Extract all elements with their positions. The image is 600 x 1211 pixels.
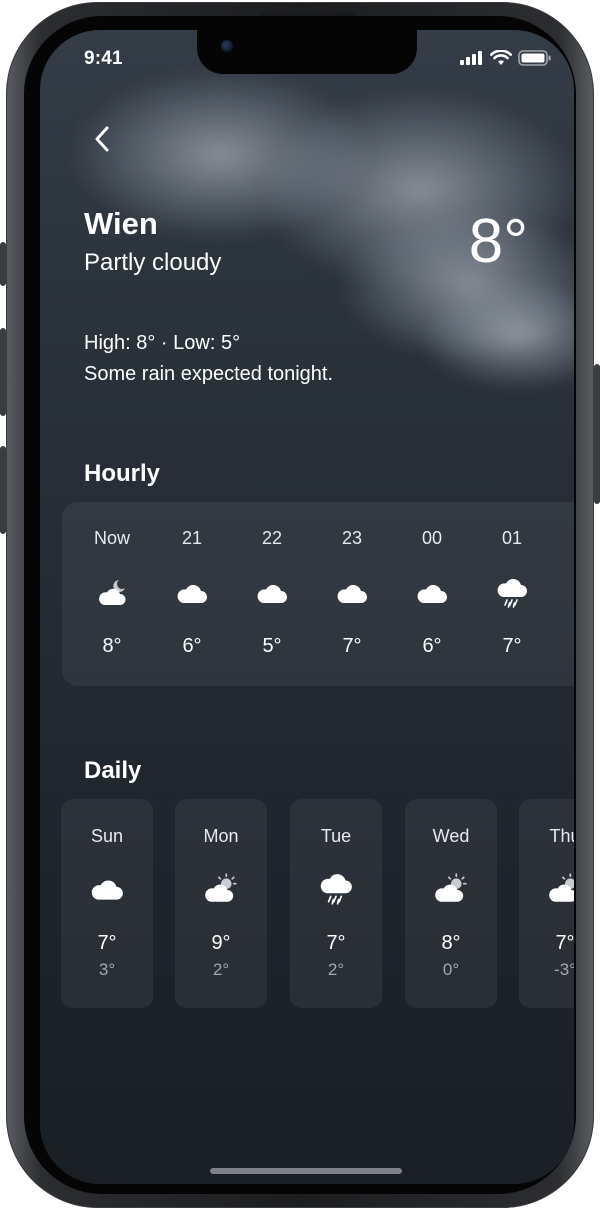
weather-summary: Some rain expected tonight. [84, 363, 334, 385]
day-name: Tue [320, 826, 352, 846]
day-name: Sun [90, 826, 124, 846]
day-high: 7° [326, 932, 346, 954]
status-time: 9:41 [84, 48, 123, 69]
volume-down-button [0, 446, 6, 534]
day-low: -3° [554, 960, 574, 979]
daily-item[interactable]: Tue 7° 2° [290, 799, 382, 1008]
volume-up-button [0, 328, 6, 416]
day-low: 3° [98, 960, 116, 979]
hourly-item: 01 7° [482, 502, 542, 686]
hour-temp: 6° [422, 635, 442, 657]
day-high: 7° [97, 932, 117, 954]
screen: 9:41 Wien Partly cloudy 8° High: 8° · Lo… [40, 30, 574, 1184]
day-name: Wed [432, 826, 470, 846]
battery-icon [518, 50, 552, 66]
city-name: Wien [84, 206, 158, 241]
current-temperature: 8° [468, 207, 528, 276]
day-high: 9° [211, 932, 231, 954]
hourly-forecast-card[interactable]: Now 8° 21 6° 22 5° 23 7° 00 6° 01 7° [62, 502, 574, 686]
hour-time: 23 [341, 528, 363, 548]
hour-time: 21 [181, 528, 203, 548]
hour-temp: 6° [182, 635, 202, 657]
current-condition: Partly cloudy [84, 249, 222, 276]
hour-time: 00 [421, 528, 443, 548]
hour-time: Now [93, 528, 130, 548]
home-indicator[interactable] [210, 1168, 402, 1174]
back-button[interactable] [88, 122, 116, 156]
cloud-icon [89, 871, 125, 907]
daily-item[interactable]: Thu 7° -3° [519, 799, 574, 1008]
daily-item[interactable]: Wed 8° 0° [405, 799, 497, 1008]
hour-temp: 5° [262, 635, 282, 657]
hour-temp: 7° [502, 635, 522, 657]
hourly-item: 21 6° [162, 502, 222, 686]
hour-time: 01 [501, 528, 523, 548]
front-camera [221, 40, 233, 52]
cloud-icon [255, 576, 289, 610]
daily-item[interactable]: Mon 9° 2° [175, 799, 267, 1008]
notch [197, 30, 417, 74]
phone-frame: 9:41 Wien Partly cloudy 8° High: 8° · Lo… [0, 2, 600, 1208]
power-button [594, 364, 600, 504]
day-high: 8° [441, 932, 461, 954]
chevron-left-icon [94, 126, 110, 152]
day-low: 2° [327, 960, 345, 979]
cloud-sun-icon [433, 871, 469, 907]
high-low: High: 8° · Low: 5° [84, 332, 241, 354]
daily-title: Daily [84, 757, 142, 784]
hour-temp: 8° [102, 635, 122, 657]
hourly-item: 23 7° [322, 502, 382, 686]
wifi-icon [490, 50, 512, 66]
day-name: Mon [203, 826, 239, 846]
cellular-signal-icon [460, 51, 484, 65]
hourly-title: Hourly [84, 460, 161, 487]
hour-temp: 7° [342, 635, 362, 657]
day-low: 2° [212, 960, 230, 979]
hourly-item: 00 6° [402, 502, 462, 686]
hourly-item: 22 5° [242, 502, 302, 686]
cloud-rain-icon [318, 871, 354, 907]
daily-item[interactable]: Sun 7° 3° [61, 799, 153, 1008]
cloud-sun-icon [547, 871, 574, 907]
status-icons [460, 50, 552, 66]
cloud-icon [175, 576, 209, 610]
cloud-icon [335, 576, 369, 610]
day-low: 0° [442, 960, 460, 979]
cloud-sun-icon [203, 871, 239, 907]
action-button [0, 242, 6, 286]
hourly-item: Now 8° [82, 502, 142, 686]
day-name: Thu [549, 826, 574, 846]
cloud-rain-icon [495, 576, 529, 610]
hour-time: 22 [261, 528, 283, 548]
day-high: 7° [555, 932, 574, 954]
cloud-moon-icon [95, 576, 129, 610]
cloud-icon [415, 576, 449, 610]
